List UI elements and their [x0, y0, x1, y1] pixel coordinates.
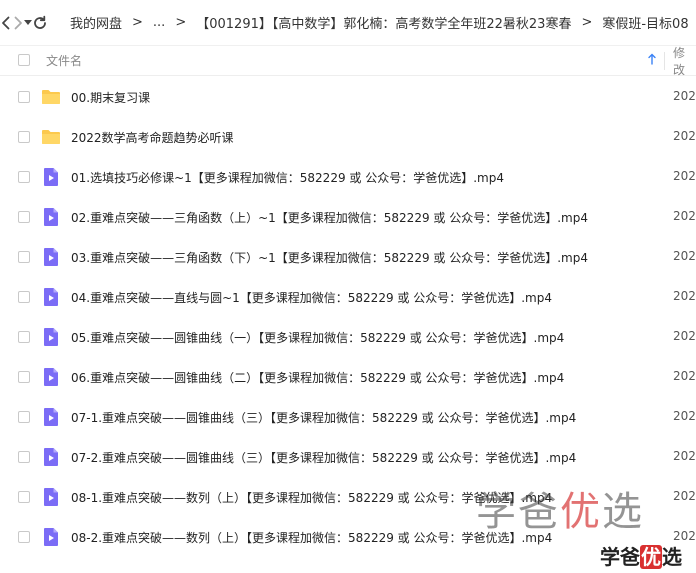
row-checkbox[interactable]	[18, 91, 30, 103]
video-file-icon	[41, 247, 61, 267]
arrow-up-icon[interactable]	[648, 53, 656, 68]
folder-row[interactable]: 2022数学高考命题趋势必听课 2023	[0, 117, 696, 157]
folder-row[interactable]: 00.期末复习课 2023	[0, 77, 696, 117]
watermark-large-highlight: 优	[560, 489, 602, 535]
column-header-modified[interactable]: 修改	[673, 44, 696, 78]
navigation-bar: 我的网盘 > ... > 【001291】【高中数学】郭化楠：高考数学全年班22…	[0, 0, 696, 46]
chevron-left-icon	[2, 16, 10, 29]
watermark-logo: 学爸优选	[600, 544, 682, 570]
file-name[interactable]: 00.期末复习课	[71, 89, 150, 106]
video-file-icon	[41, 207, 61, 227]
breadcrumb-separator: >	[581, 15, 593, 30]
row-checkbox[interactable]	[18, 371, 30, 383]
breadcrumb-ellipsis[interactable]: ...	[153, 15, 165, 30]
file-modified-date: 2023	[673, 129, 696, 143]
file-row[interactable]: 01.选填技巧必修课~1【更多课程加微信：582229 或 公众号：学爸优选】.…	[0, 157, 696, 197]
file-row[interactable]: 04.重难点突破——直线与圆~1【更多课程加微信：582229 或 公众号：学爸…	[0, 277, 696, 317]
file-modified-date: 2023	[673, 169, 696, 183]
file-modified-date: 2023	[673, 89, 696, 103]
file-name[interactable]: 06.重难点突破——圆锥曲线（二）【更多课程加微信：582229 或 公众号：学…	[71, 369, 564, 386]
caret-down-icon	[24, 19, 32, 25]
row-checkbox[interactable]	[18, 131, 30, 143]
folder-icon	[41, 127, 61, 147]
watermark-large-text: 学爸	[476, 489, 560, 535]
file-name[interactable]: 04.重难点突破——直线与圆~1【更多课程加微信：582229 或 公众号：学爸…	[71, 289, 552, 306]
row-checkbox[interactable]	[18, 251, 30, 263]
file-row[interactable]: 03.重难点突破——三角函数（下）~1【更多课程加微信：582229 或 公众号…	[0, 237, 696, 277]
folder-icon	[41, 87, 61, 107]
file-modified-date: 2023	[673, 209, 696, 223]
row-checkbox[interactable]	[18, 411, 30, 423]
row-checkbox[interactable]	[18, 211, 30, 223]
watermark-large-text-end: 选	[602, 489, 644, 535]
video-file-icon	[41, 527, 61, 547]
file-modified-date: 2023	[673, 489, 696, 503]
breadcrumb-course-folder[interactable]: 【001291】【高中数学】郭化楠：高考数学全年班22暑秋23寒春	[196, 13, 571, 32]
file-modified-date: 2023	[673, 409, 696, 423]
file-row[interactable]: 02.重难点突破——三角函数（上）~1【更多课程加微信：582229 或 公众号…	[0, 197, 696, 237]
refresh-icon	[34, 15, 46, 29]
video-file-icon	[41, 167, 61, 187]
file-row[interactable]: 07-2.重难点突破——圆锥曲线（三）【更多课程加微信：582229 或 公众号…	[0, 437, 696, 477]
column-header-filename[interactable]: 文件名	[46, 52, 82, 69]
select-all-checkbox[interactable]	[18, 54, 30, 66]
breadcrumb-separator: >	[175, 15, 187, 30]
file-modified-date: 2023	[673, 369, 696, 383]
chevron-right-icon	[14, 16, 22, 29]
file-modified-date: 2023	[673, 529, 696, 543]
column-divider	[664, 52, 665, 70]
video-file-icon	[41, 447, 61, 467]
video-file-icon	[41, 367, 61, 387]
row-checkbox[interactable]	[18, 171, 30, 183]
file-modified-date: 2023	[673, 249, 696, 263]
file-modified-date: 2023	[673, 329, 696, 343]
watermark-logo-text: 学爸	[600, 545, 640, 569]
breadcrumb-current-folder[interactable]: 寒假班-目标08	[602, 13, 688, 32]
file-name[interactable]: 01.选填技巧必修课~1【更多课程加微信：582229 或 公众号：学爸优选】.…	[71, 169, 504, 186]
row-checkbox[interactable]	[18, 491, 30, 503]
breadcrumb-separator: >	[132, 15, 143, 30]
watermark-logo-highlight: 优	[640, 545, 662, 569]
file-row[interactable]: 05.重难点突破——圆锥曲线（一）【更多课程加微信：582229 或 公众号：学…	[0, 317, 696, 357]
back-button[interactable]	[0, 11, 12, 35]
row-checkbox[interactable]	[18, 531, 30, 543]
file-name[interactable]: 02.重难点突破——三角函数（上）~1【更多课程加微信：582229 或 公众号…	[71, 209, 588, 226]
video-file-icon	[41, 407, 61, 427]
file-list-header: 文件名 修改	[0, 44, 696, 78]
file-name[interactable]: 07-2.重难点突破——圆锥曲线（三）【更多课程加微信：582229 或 公众号…	[71, 449, 576, 466]
history-dropdown-button[interactable]	[24, 11, 32, 35]
file-name[interactable]: 03.重难点突破——三角函数（下）~1【更多课程加微信：582229 或 公众号…	[71, 249, 588, 266]
video-file-icon	[41, 487, 61, 507]
file-name[interactable]: 07-1.重难点突破——圆锥曲线（三）【更多课程加微信：582229 或 公众号…	[71, 409, 576, 426]
file-name[interactable]: 2022数学高考命题趋势必听课	[71, 129, 234, 146]
watermark-logo-text-end: 选	[662, 545, 682, 569]
row-checkbox[interactable]	[18, 331, 30, 343]
row-checkbox[interactable]	[18, 291, 30, 303]
watermark-large: 学爸优选	[476, 488, 644, 536]
file-name[interactable]: 05.重难点突破——圆锥曲线（一）【更多课程加微信：582229 或 公众号：学…	[71, 329, 564, 346]
video-file-icon	[41, 287, 61, 307]
file-row[interactable]: 07-1.重难点突破——圆锥曲线（三）【更多课程加微信：582229 或 公众号…	[0, 397, 696, 437]
file-modified-date: 2023	[673, 289, 696, 303]
forward-button[interactable]	[12, 11, 24, 35]
file-modified-date: 2023	[673, 449, 696, 463]
row-checkbox[interactable]	[18, 451, 30, 463]
breadcrumb-root[interactable]: 我的网盘	[70, 13, 122, 32]
refresh-button[interactable]	[32, 11, 48, 35]
file-row[interactable]: 06.重难点突破——圆锥曲线（二）【更多课程加微信：582229 或 公众号：学…	[0, 357, 696, 397]
video-file-icon	[41, 327, 61, 347]
